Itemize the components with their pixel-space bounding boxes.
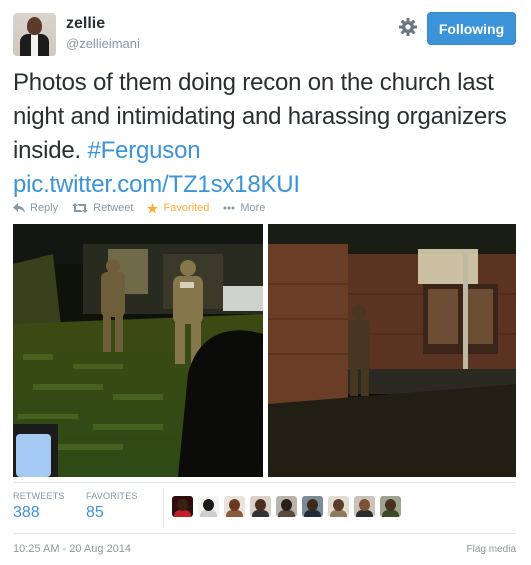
favoriter-avatar[interactable] (250, 496, 271, 517)
media-link[interactable]: pic.twitter.com/TZ1sx18KUI (13, 171, 300, 198)
favoriter-avatar[interactable] (172, 496, 193, 517)
favoriter-avatar[interactable] (354, 496, 375, 517)
favoriter-avatar[interactable] (328, 496, 349, 517)
author-username[interactable]: @zellieimani (66, 36, 140, 51)
retweet-icon (72, 203, 89, 213)
photo-left[interactable] (13, 224, 263, 477)
tweet-text: Photos of them doing recon on the church… (13, 66, 518, 202)
favorite-label: Favorited (163, 202, 210, 214)
following-button[interactable]: Following (427, 12, 516, 45)
favoriter-avatar[interactable] (380, 496, 401, 517)
favoriter-avatar[interactable] (224, 496, 245, 517)
tweet-card: zellie @zellieimani Following Photos of … (0, 0, 531, 565)
star-icon (147, 202, 159, 214)
favoriter-avatar[interactable] (302, 496, 323, 517)
retweets-count[interactable]: 388 (13, 504, 65, 522)
favoriters-avatars (172, 496, 406, 517)
favorites-count[interactable]: 85 (86, 504, 138, 522)
retweets-label: RETWEETS (13, 491, 65, 501)
gear-icon[interactable] (398, 17, 418, 37)
favorites-label: FAVORITES (86, 491, 138, 501)
more-label: More (240, 202, 266, 214)
hashtag-link[interactable]: #Ferguson (87, 137, 200, 164)
tweet-actions: Reply Retweet Favorited More (13, 200, 279, 216)
flag-media-link[interactable]: Flag media (467, 544, 516, 555)
reply-icon (13, 203, 25, 213)
retweets-stat[interactable]: RETWEETS 388 (13, 491, 65, 522)
more-action[interactable]: More (223, 202, 265, 214)
stats-divider (163, 489, 164, 527)
author-display-name[interactable]: zellie (66, 15, 105, 33)
tweet-stats: RETWEETS 388 FAVORITES 85 (13, 482, 516, 534)
retweet-label: Retweet (93, 202, 134, 214)
author-avatar[interactable] (13, 13, 56, 56)
photo-right[interactable] (268, 224, 516, 477)
favoriter-avatar[interactable] (276, 496, 297, 517)
tweet-timestamp[interactable]: 10:25 AM - 20 Aug 2014 (13, 543, 131, 555)
favorite-action[interactable]: Favorited (147, 202, 209, 214)
more-icon (223, 206, 235, 210)
reply-action[interactable]: Reply (13, 202, 58, 214)
reply-label: Reply (30, 202, 59, 214)
retweet-action[interactable]: Retweet (72, 202, 133, 214)
favoriter-avatar[interactable] (198, 496, 219, 517)
favorites-stat[interactable]: FAVORITES 85 (86, 491, 138, 522)
